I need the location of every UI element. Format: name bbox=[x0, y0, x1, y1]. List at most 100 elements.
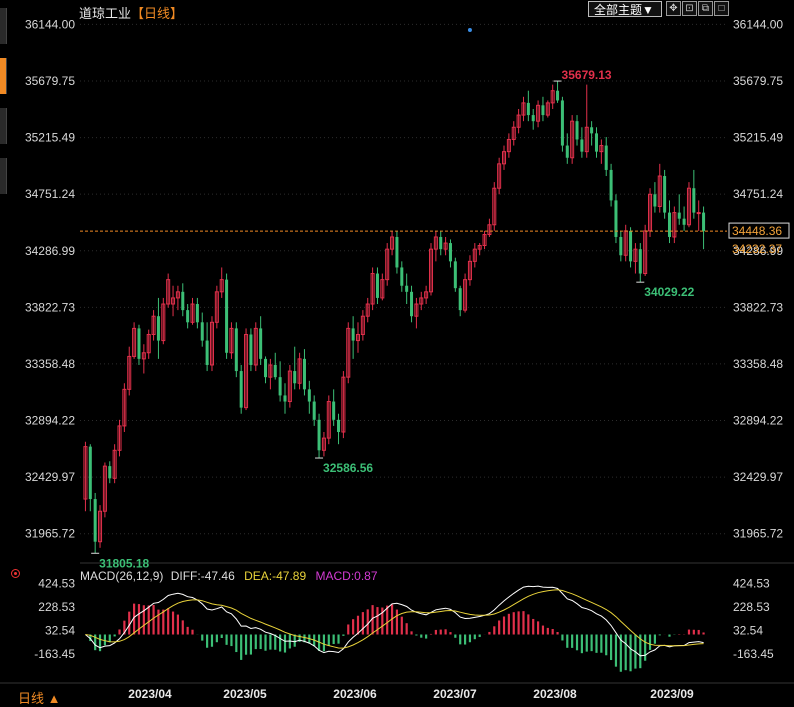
candle-down bbox=[663, 176, 667, 213]
candle-down bbox=[337, 419, 341, 433]
macd-legend: MACD(26,12,9) DIFF:-47.46 DEA:-47.89 MAC… bbox=[80, 569, 378, 583]
candle-down bbox=[264, 358, 268, 378]
candle-down bbox=[108, 466, 112, 479]
candle-down bbox=[565, 145, 569, 158]
current-price-label: 34448.36 bbox=[732, 224, 782, 238]
candle-down bbox=[590, 127, 594, 134]
candle-up bbox=[696, 212, 701, 215]
candle-down bbox=[302, 358, 306, 390]
price-tick-label-left: 32894.22 bbox=[25, 414, 75, 428]
price-tick-label-left: 33822.73 bbox=[25, 300, 75, 314]
candle-down bbox=[619, 236, 623, 256]
candle-down bbox=[317, 419, 321, 451]
price-tick-label-left: 34286.99 bbox=[25, 244, 75, 258]
candle-down bbox=[448, 243, 452, 262]
candle-down bbox=[88, 446, 92, 500]
date-axis-label: 2023/07 bbox=[433, 687, 477, 701]
candle-down bbox=[239, 371, 243, 408]
macd-tick-label-left: 424.53 bbox=[38, 577, 75, 591]
price-tick-label-left: 31965.72 bbox=[25, 527, 75, 541]
price-tick-label-right: 33822.73 bbox=[733, 300, 783, 314]
candle-down bbox=[556, 90, 560, 101]
candle-down bbox=[395, 236, 399, 268]
macd-tick-label-right: 32.54 bbox=[733, 624, 763, 638]
candle-down bbox=[225, 279, 229, 353]
candle-down bbox=[234, 328, 238, 372]
candle-down bbox=[351, 328, 355, 341]
extreme-label: 34029.22 bbox=[644, 285, 694, 299]
candle-down bbox=[273, 364, 277, 378]
candle-down bbox=[278, 377, 282, 396]
candle-down bbox=[249, 334, 253, 365]
candle-down bbox=[594, 133, 598, 152]
macd-tick-label-left: 32.54 bbox=[45, 624, 75, 638]
macd-value: MACD:0.87 bbox=[315, 569, 378, 583]
candle-down bbox=[405, 285, 409, 292]
price-tick-label-left: 35679.75 bbox=[25, 74, 75, 88]
candle-down bbox=[609, 169, 613, 201]
price-tick-label-left: 35215.49 bbox=[25, 131, 75, 145]
date-axis-label: 2023/06 bbox=[333, 687, 377, 701]
candle-down bbox=[283, 395, 287, 402]
candle-down bbox=[259, 328, 263, 359]
price-tick-label-right: 32429.97 bbox=[733, 470, 783, 484]
candle-down bbox=[531, 115, 535, 122]
candle-down bbox=[307, 389, 311, 402]
macd-tick-label-right: -163.45 bbox=[733, 647, 774, 661]
candle-down bbox=[205, 340, 209, 365]
candle-down bbox=[692, 188, 696, 213]
prev-close-label: 34232.37 bbox=[732, 242, 782, 256]
price-tick-label-right: 31965.72 bbox=[733, 527, 783, 541]
candle-down bbox=[458, 288, 462, 311]
price-tick-label-right: 32894.22 bbox=[733, 414, 783, 428]
extreme-label: 32586.56 bbox=[323, 461, 373, 475]
date-axis-label: 2023/08 bbox=[533, 687, 577, 701]
candle-down bbox=[137, 328, 141, 359]
candle-down bbox=[181, 291, 185, 311]
price-tick-label-right: 34751.24 bbox=[733, 187, 783, 201]
candle-down bbox=[453, 261, 457, 289]
candle-down bbox=[186, 310, 190, 323]
event-marker-dot bbox=[467, 28, 472, 32]
candle-down bbox=[667, 212, 672, 237]
price-tick-label-right: 33358.48 bbox=[733, 357, 783, 371]
price-tick-label-left: 32429.97 bbox=[25, 470, 75, 484]
candle-down bbox=[575, 121, 579, 140]
candle-down bbox=[653, 194, 657, 207]
candle-down bbox=[629, 230, 633, 262]
candle-down bbox=[312, 401, 316, 420]
indicator-radio-icon[interactable] bbox=[11, 569, 20, 578]
macd-tick-label-right: 228.53 bbox=[733, 600, 770, 614]
candle-down bbox=[195, 304, 199, 323]
macd-tick-label-right: 424.53 bbox=[733, 577, 770, 591]
candle-down bbox=[580, 139, 584, 152]
candle-down bbox=[526, 102, 530, 116]
candle-down bbox=[375, 273, 379, 298]
candle-down bbox=[560, 100, 564, 146]
candle-down bbox=[332, 401, 336, 420]
macd-tick-label-left: 228.53 bbox=[38, 600, 75, 614]
candle-down bbox=[638, 249, 642, 274]
candle-down bbox=[93, 499, 97, 542]
macd-title: MACD(26,12,9) bbox=[80, 569, 164, 583]
candle-down bbox=[702, 212, 706, 232]
date-axis-label: 2023/05 bbox=[223, 687, 267, 701]
candle-down bbox=[400, 267, 404, 286]
candle-down bbox=[439, 236, 443, 250]
candle-down bbox=[410, 291, 414, 317]
date-axis-label: 2023/09 bbox=[650, 687, 694, 701]
period-tab-daily[interactable]: 日线 ▲ bbox=[18, 688, 60, 707]
chart-canvas[interactable]: 36144.00 36144.00 35679.75 35679.75 35215.49… bbox=[0, 0, 794, 707]
candle-down bbox=[293, 371, 297, 384]
candle-down bbox=[677, 212, 681, 219]
price-tick-label-left: 33358.48 bbox=[25, 357, 75, 371]
price-tick-label-right: 35215.49 bbox=[733, 131, 783, 145]
macd-tick-label-left: -163.45 bbox=[34, 647, 75, 661]
price-tick-label-right: 36144.00 bbox=[733, 17, 783, 31]
price-tick-label-left: 36144.00 bbox=[25, 17, 75, 31]
candle-down bbox=[682, 218, 686, 225]
diff-value: DIFF:-47.46 bbox=[170, 569, 235, 583]
dea-value: DEA:-47.89 bbox=[244, 569, 307, 583]
price-tick-label-right: 35679.75 bbox=[733, 74, 783, 88]
date-axis-label: 2023/04 bbox=[128, 687, 172, 701]
